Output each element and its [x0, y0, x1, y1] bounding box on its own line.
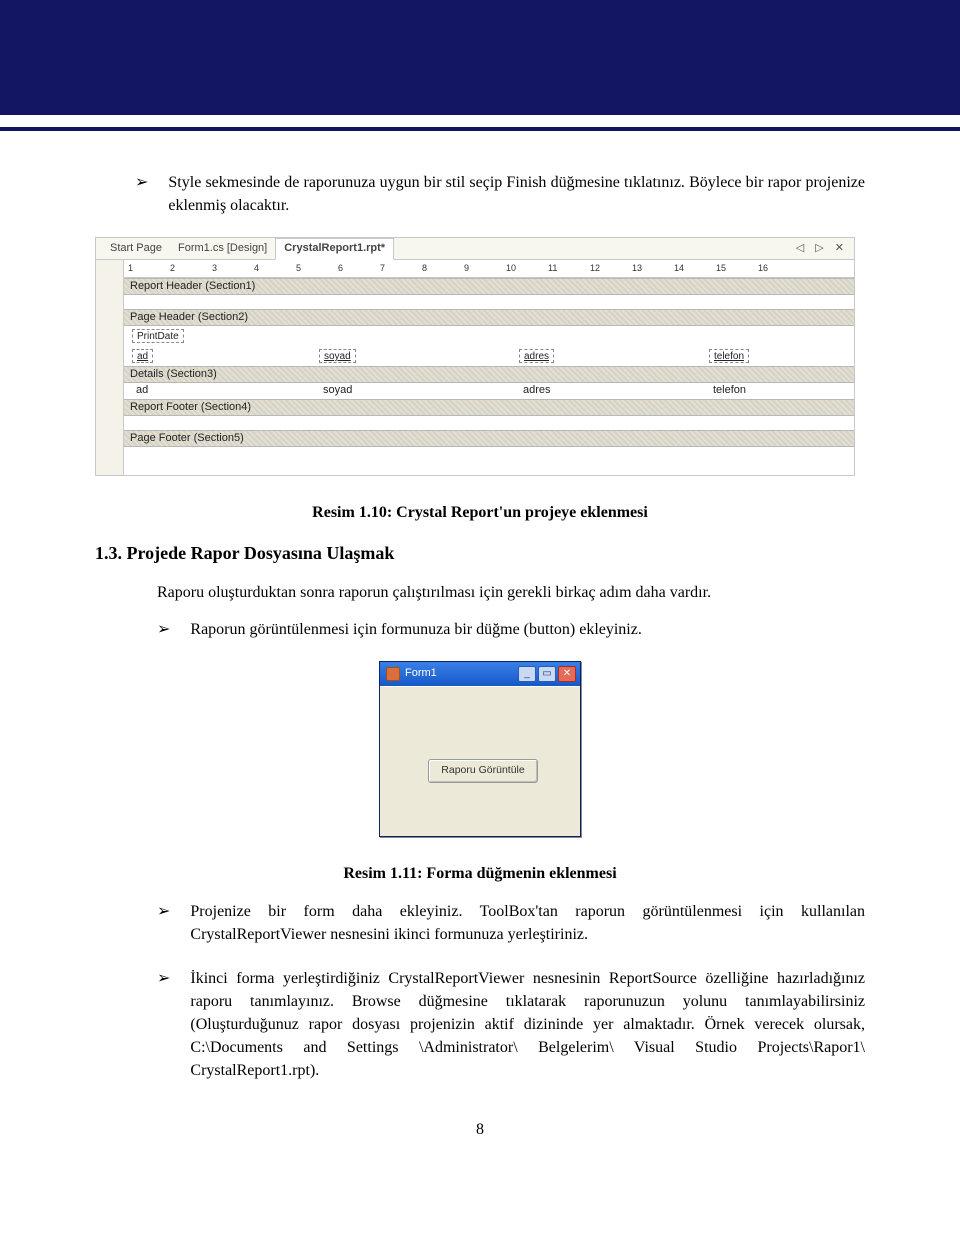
bullet-icon: ➢ — [157, 618, 170, 641]
form-client-area: Raporu Görüntüle — [380, 686, 580, 836]
section-details[interactable]: Details (Section3) — [124, 366, 854, 383]
designer-surface: 1 2 3 4 5 6 7 8 9 10 11 12 13 14 15 16 — [96, 260, 854, 475]
field-telefon[interactable]: telefon — [709, 383, 750, 399]
section-area[interactable]: PrintDate — [124, 326, 854, 346]
bullet-item: ➢ Raporun görüntülenmesi için formunuza … — [157, 618, 865, 641]
bullet-text: Style sekmesinde de raporunuza uygun bir… — [168, 171, 865, 217]
bullet-icon: ➢ — [157, 967, 170, 1083]
editor-tabbar: Start Page Form1.cs [Design] CrystalRepo… — [96, 238, 854, 260]
bullet-icon: ➢ — [135, 171, 148, 217]
window-titlebar[interactable]: Form1 _ ▭ ✕ — [380, 662, 580, 686]
ruler-mark: 3 — [212, 262, 254, 275]
ruler-mark: 8 — [422, 262, 464, 275]
section-area[interactable]: ad soyad adres telefon — [124, 383, 854, 399]
field-adres[interactable]: adres — [519, 383, 555, 399]
field-soyad[interactable]: soyad — [319, 383, 356, 399]
section-report-header[interactable]: Report Header (Section1) — [124, 278, 854, 295]
ruler-mark: 1 — [128, 262, 170, 275]
app-icon — [386, 667, 400, 681]
field-printdate[interactable]: PrintDate — [132, 329, 184, 343]
section-area[interactable] — [124, 295, 854, 309]
ruler-mark: 13 — [632, 262, 674, 275]
section-area[interactable] — [124, 416, 854, 430]
page-number: 8 — [95, 1118, 865, 1141]
section-heading: 1.3. Projede Rapor Dosyasına Ulaşmak — [95, 540, 865, 566]
field-ad[interactable]: ad — [132, 383, 152, 399]
bullet-item: ➢ İkinci forma yerleştirdiğiniz CrystalR… — [157, 967, 865, 1083]
horizontal-ruler: 1 2 3 4 5 6 7 8 9 10 11 12 13 14 15 16 — [124, 260, 854, 278]
ruler-mark: 9 — [464, 262, 506, 275]
field-ad-header[interactable]: ad — [132, 349, 153, 363]
bullet-item: ➢ Projenize bir form daha ekleyiniz. Too… — [157, 900, 865, 946]
ruler-mark: 7 — [380, 262, 422, 275]
ruler-mark: 10 — [506, 262, 548, 275]
ruler-mark: 4 — [254, 262, 296, 275]
tab-crystal-report[interactable]: CrystalReport1.rpt* — [275, 238, 394, 260]
figure-caption: Resim 1.11: Forma düğmenin eklenmesi — [95, 862, 865, 885]
paragraph: Raporu oluşturduktan sonra raporun çalış… — [157, 581, 865, 604]
window-title: Form1 — [405, 666, 437, 682]
minimize-button[interactable]: _ — [518, 666, 536, 682]
close-button[interactable]: ✕ — [558, 666, 576, 682]
page-header-banner — [0, 0, 960, 115]
field-soyad-header[interactable]: soyad — [319, 349, 356, 363]
bullet-item: ➢ Style sekmesinde de raporunuza uygun b… — [135, 171, 865, 217]
ruler-mark: 2 — [170, 262, 212, 275]
ruler-mark: 11 — [548, 262, 590, 275]
ruler-mark: 15 — [716, 262, 758, 275]
figure-caption: Resim 1.10: Crystal Report'un projeye ek… — [95, 501, 865, 524]
tab-nav-controls[interactable]: ◁ ▷ ✕ — [796, 241, 848, 257]
section-report-footer[interactable]: Report Footer (Section4) — [124, 399, 854, 416]
section-area[interactable] — [124, 447, 854, 461]
bullet-text: İkinci forma yerleştirdiğiniz CrystalRep… — [190, 967, 865, 1083]
ruler-mark: 5 — [296, 262, 338, 275]
section-area[interactable] — [124, 461, 854, 475]
bullet-icon: ➢ — [157, 900, 170, 946]
section-area[interactable]: ad soyad adres telefon — [124, 346, 854, 366]
ruler-mark: 6 — [338, 262, 380, 275]
vertical-ruler — [96, 260, 124, 475]
screenshot-crystal-report-designer: Start Page Form1.cs [Design] CrystalRepo… — [95, 237, 855, 476]
maximize-button[interactable]: ▭ — [538, 666, 556, 682]
ruler-mark: 16 — [758, 262, 800, 275]
ruler-mark: 14 — [674, 262, 716, 275]
tab-form-design[interactable]: Form1.cs [Design] — [170, 239, 275, 259]
section-page-header[interactable]: Page Header (Section2) — [124, 309, 854, 326]
field-telefon-header[interactable]: telefon — [709, 349, 749, 363]
ruler-mark: 12 — [590, 262, 632, 275]
tab-start-page[interactable]: Start Page — [102, 239, 170, 259]
bullet-text: Projenize bir form daha ekleyiniz. ToolB… — [190, 900, 865, 946]
field-adres-header[interactable]: adres — [519, 349, 554, 363]
bullet-text: Raporun görüntülenmesi için formunuza bi… — [190, 618, 865, 641]
view-report-button[interactable]: Raporu Görüntüle — [428, 759, 538, 783]
page-content: ➢ Style sekmesinde de raporunuza uygun b… — [0, 131, 960, 1181]
screenshot-form1-window: Form1 _ ▭ ✕ Raporu Görüntüle — [379, 661, 581, 837]
section-page-footer[interactable]: Page Footer (Section5) — [124, 430, 854, 447]
